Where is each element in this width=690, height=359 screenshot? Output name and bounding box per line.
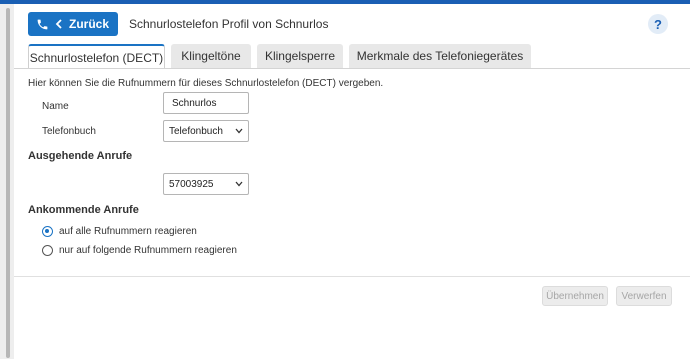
left-scrollbar[interactable] — [0, 4, 14, 359]
radio-following-numbers[interactable]: nur auf folgende Rufnummern reagieren — [42, 245, 237, 256]
footer-divider — [14, 276, 690, 277]
tab-klingelsperre[interactable]: Klingelsperre — [257, 44, 343, 68]
intro-text: Hier können Sie die Rufnummern für diese… — [28, 78, 384, 89]
phonebook-select-value: Telefonbuch — [169, 125, 223, 137]
phonebook-select[interactable]: Telefonbuch — [163, 120, 249, 142]
incoming-heading: Ankommende Anrufe — [28, 204, 139, 216]
main-content: Zurück Schnurlostelefon Profil von Schnu… — [14, 4, 690, 359]
back-button[interactable]: Zurück — [28, 12, 118, 36]
phonebook-label: Telefonbuch — [42, 126, 96, 137]
page-title: Schnurlostelefon Profil von Schnurlos — [129, 17, 329, 31]
help-icon[interactable]: ? — [648, 14, 668, 34]
name-input[interactable]: Schnurlos — [163, 92, 249, 114]
outgoing-heading: Ausgehende Anrufe — [28, 150, 133, 162]
radio-following-label: nur auf folgende Rufnummern reagieren — [59, 245, 237, 256]
chevron-down-icon — [235, 126, 243, 137]
radio-all-label: auf alle Rufnummern reagieren — [59, 226, 197, 237]
scrollbar-thumb[interactable] — [6, 8, 10, 358]
tab-dect[interactable]: Schnurlostelefon (DECT) — [28, 44, 165, 69]
chevron-down-icon — [235, 179, 243, 190]
radio-button-checked[interactable] — [42, 226, 53, 237]
discard-button[interactable]: Verwerfen — [616, 286, 672, 306]
outgoing-number-value: 57003925 — [169, 178, 214, 190]
outgoing-number-select[interactable]: 57003925 — [163, 173, 249, 195]
chevron-left-icon — [55, 19, 63, 29]
name-label: Name — [42, 101, 69, 112]
tab-divider — [14, 68, 690, 69]
phone-icon — [36, 18, 49, 31]
apply-button[interactable]: Übernehmen — [542, 286, 608, 306]
back-button-label: Zurück — [69, 17, 110, 31]
tab-klingeltoene[interactable]: Klingeltöne — [171, 44, 251, 68]
radio-all-numbers[interactable]: auf alle Rufnummern reagieren — [42, 226, 197, 237]
tab-merkmale[interactable]: Merkmale des Telefoniegerätes — [349, 44, 531, 68]
radio-button[interactable] — [42, 245, 53, 256]
